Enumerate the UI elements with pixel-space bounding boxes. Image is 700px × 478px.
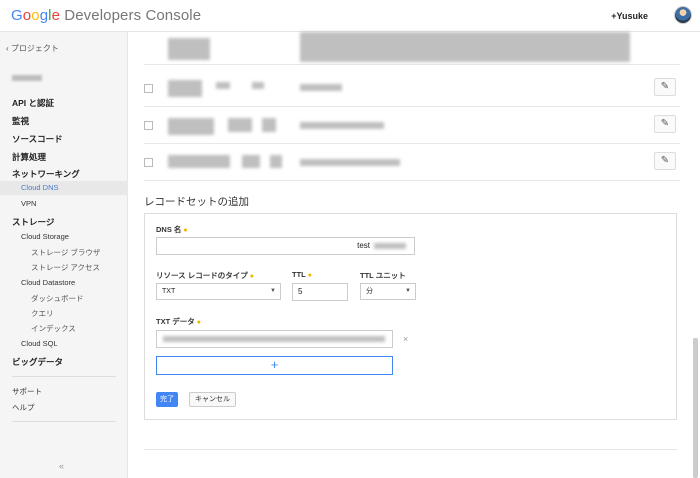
avatar[interactable] xyxy=(674,6,692,24)
sidebar-item-api[interactable]: API と認証 xyxy=(12,97,54,109)
edit-record-button[interactable]: ✎ xyxy=(654,78,676,96)
row-checkbox[interactable] xyxy=(144,84,153,93)
console-logo[interactable]: Google Developers Console xyxy=(11,7,201,24)
pencil-icon: ✎ xyxy=(660,118,670,129)
pencil-icon: ✎ xyxy=(660,155,670,166)
back-to-projects-link[interactable]: ‹ プロジェクト xyxy=(6,43,59,54)
sidebar-item-compute[interactable]: 計算処理 xyxy=(12,151,46,163)
ttl-label: TTL ● xyxy=(292,270,312,279)
row-checkbox[interactable] xyxy=(144,158,153,167)
redacted-txt-value xyxy=(163,336,385,342)
table-row: ✎ xyxy=(144,70,680,107)
add-txt-data-button[interactable]: + xyxy=(156,356,393,375)
sidebar-item-source[interactable]: ソースコード xyxy=(12,133,63,145)
redacted-cell xyxy=(168,80,202,97)
pencil-icon: ✎ xyxy=(660,81,670,92)
main-content: ✎ ✎ ✎ レコードセットの追加 DNS 名 ● test リソース レコードのタ… xyxy=(128,32,700,478)
redacted-cell xyxy=(216,82,230,89)
redacted-domain xyxy=(374,243,406,249)
dns-name-suffix: test xyxy=(357,241,370,250)
sidebar-item-cloud-datastore[interactable]: Cloud Datastore xyxy=(21,278,75,287)
divider xyxy=(144,449,677,450)
record-type-value: TXT xyxy=(162,288,176,295)
logo-letter: G xyxy=(11,7,23,24)
sidebar-item-dashboard[interactable]: ダッシュボード xyxy=(31,293,84,304)
add-recordset-title: レコードセットの追加 xyxy=(144,196,249,208)
sidebar-item-index[interactable]: インデックス xyxy=(31,323,76,334)
sidebar-item-monitoring[interactable]: 監視 xyxy=(12,115,29,127)
sidebar-divider xyxy=(12,421,116,422)
txt-data-input[interactable] xyxy=(156,330,393,348)
sidebar-item-support[interactable]: サポート xyxy=(12,386,42,397)
done-button[interactable]: 完了 xyxy=(156,392,178,407)
sidebar: ‹ プロジェクト API と認証 監視 ソースコード 計算処理 ネットワーキング… xyxy=(0,32,128,478)
user-name[interactable]: +Yusuke xyxy=(611,11,648,21)
ttl-unit-select[interactable]: 分 ▼ xyxy=(360,283,416,300)
logo-letter: e xyxy=(51,7,61,24)
redacted-cell xyxy=(270,155,282,168)
redacted-cell xyxy=(168,118,214,135)
ttl-unit-label: TTL ユニット xyxy=(360,271,406,280)
redacted-cell xyxy=(300,159,400,166)
row-checkbox[interactable] xyxy=(144,121,153,130)
project-name-redacted xyxy=(12,75,42,81)
record-type-label-text: リソース レコードのタイプ xyxy=(156,271,248,280)
redacted-cell xyxy=(300,32,630,62)
dns-name-label: DNS 名 ● xyxy=(156,224,188,235)
caret-down-icon: ▼ xyxy=(405,288,411,294)
required-dot-icon: ● xyxy=(196,319,201,326)
redacted-cell xyxy=(262,118,276,132)
table-row xyxy=(144,28,680,65)
ttl-value: 5 xyxy=(298,287,303,296)
dns-name-label-text: DNS 名 xyxy=(156,225,182,234)
required-dot-icon: ● xyxy=(249,273,254,280)
edit-record-button[interactable]: ✎ xyxy=(654,115,676,133)
sidebar-item-vpn[interactable]: VPN xyxy=(21,199,36,208)
ttl-input[interactable]: 5 xyxy=(292,283,348,301)
redacted-cell xyxy=(228,118,252,132)
sidebar-active-highlight xyxy=(0,181,128,195)
logo-letter: o xyxy=(22,7,32,24)
cancel-button[interactable]: キャンセル xyxy=(189,392,236,407)
record-type-label: リソース レコードのタイプ ● xyxy=(156,270,254,281)
redacted-cell xyxy=(300,84,342,91)
sidebar-item-cloud-dns[interactable]: Cloud DNS xyxy=(21,183,59,192)
ttl-label-text: TTL xyxy=(292,270,306,279)
logo-letter: o xyxy=(31,7,40,24)
required-dot-icon: ● xyxy=(183,227,188,234)
sidebar-item-bigdata[interactable]: ビッグデータ xyxy=(12,356,63,368)
remove-txt-button[interactable]: × xyxy=(403,334,408,344)
sidebar-item-storage-access[interactable]: ストレージ アクセス xyxy=(31,262,100,273)
sidebar-item-query[interactable]: クエリ xyxy=(31,308,54,319)
ttl-unit-value: 分 xyxy=(366,288,373,295)
sidebar-item-storage[interactable]: ストレージ xyxy=(12,216,54,228)
redacted-cell xyxy=(168,155,230,168)
redacted-cell xyxy=(168,38,210,60)
redacted-cell xyxy=(300,122,384,129)
sidebar-item-cloud-sql[interactable]: Cloud SQL xyxy=(21,339,58,348)
required-dot-icon: ● xyxy=(307,272,312,279)
scrollbar[interactable] xyxy=(693,338,698,478)
add-recordset-panel: DNS 名 ● test リソース レコードのタイプ ● TXT ▼ TTL ● 5 … xyxy=(144,213,677,420)
edit-record-button[interactable]: ✎ xyxy=(654,152,676,170)
logo-letter: g xyxy=(39,7,49,24)
sidebar-item-storage-browser[interactable]: ストレージ ブラウザ xyxy=(31,247,100,258)
table-row: ✎ xyxy=(144,144,680,181)
txt-data-label-text: TXT データ xyxy=(156,317,195,326)
sidebar-item-networking[interactable]: ネットワーキング xyxy=(12,168,80,180)
txt-data-label: TXT データ ● xyxy=(156,316,201,327)
sidebar-item-help[interactable]: ヘルプ xyxy=(12,402,35,413)
record-type-select[interactable]: TXT ▼ xyxy=(156,283,281,300)
dns-name-input[interactable]: test xyxy=(156,237,415,255)
redacted-cell xyxy=(242,155,260,168)
collapse-sidebar-button[interactable]: « xyxy=(59,461,64,471)
sidebar-item-cloud-storage[interactable]: Cloud Storage xyxy=(21,232,69,241)
logo-text: Developers Console xyxy=(60,7,202,24)
redacted-cell xyxy=(252,82,264,89)
sidebar-divider xyxy=(12,376,116,377)
caret-down-icon: ▼ xyxy=(270,288,276,294)
table-row: ✎ xyxy=(144,107,680,144)
